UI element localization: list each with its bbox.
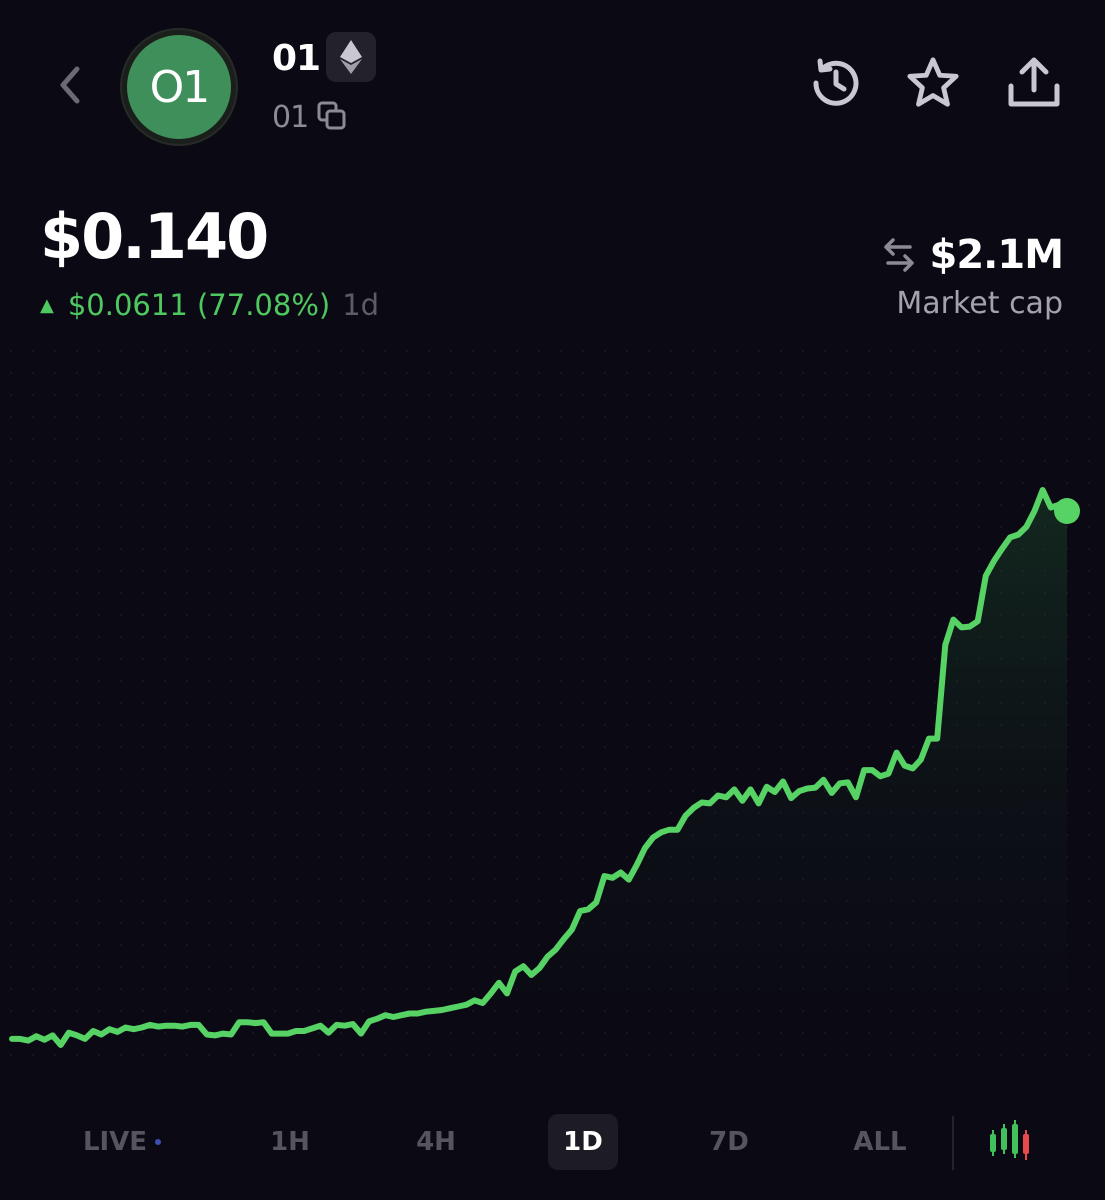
change-value: $0.0611 (77.08%) [67,288,331,322]
tab-label: LIVE [82,1127,148,1157]
tab-label: ALL [853,1127,907,1157]
market-cap-value: $2.1M [929,232,1064,278]
live-indicator-dot [155,1139,162,1145]
token-avatar: O1 [120,28,238,146]
tab-label: 1D [563,1127,603,1157]
history-icon [813,58,859,106]
tab-live[interactable]: LIVE [70,1114,174,1170]
share-icon [1008,57,1060,107]
token-symbol: 01 [272,100,309,135]
favorite-button[interactable] [905,55,961,111]
ethereum-icon [340,40,362,74]
back-chevron-icon [60,66,80,104]
token-header: O1 01 01 [0,0,1105,170]
up-triangle-icon: ▲ [40,294,54,316]
current-price-point [1054,498,1080,525]
tab-all[interactable]: ALL [840,1114,920,1170]
copy-icon [317,101,346,130]
swap-arrows-icon [883,238,914,272]
candlestick-chart-icon[interactable] [986,1120,1034,1164]
market-cap-value-row[interactable]: $2.1M [880,232,1064,278]
tab-7d[interactable]: 7D [694,1114,764,1170]
tab-label: 1H [270,1127,310,1157]
price-chart[interactable] [0,340,1105,1090]
tab-1d[interactable]: 1D [548,1114,618,1170]
share-button[interactable] [1006,55,1062,111]
tab-1h[interactable]: 1H [255,1114,325,1170]
tab-4h[interactable]: 4H [401,1114,471,1170]
back-button[interactable] [50,60,90,110]
tabs-divider [952,1116,954,1170]
copy-address-button[interactable] [316,100,348,132]
history-button[interactable] [806,55,862,111]
market-cap-label: Market cap [896,286,1063,321]
star-icon [907,57,959,107]
chain-badge[interactable] [326,32,376,82]
time-range-tabs: LIVE 1H 4H 1D 7D ALL [0,1110,1105,1180]
price-change: ▲ $0.0611 (77.08%) 1d [40,288,379,322]
avatar-logo: O1 [127,35,231,139]
token-name: 01 [272,38,321,79]
current-price: $0.140 [40,200,269,273]
tab-label: 7D [709,1127,749,1157]
change-period: 1d [342,288,380,322]
tab-label: 4H [416,1127,456,1157]
